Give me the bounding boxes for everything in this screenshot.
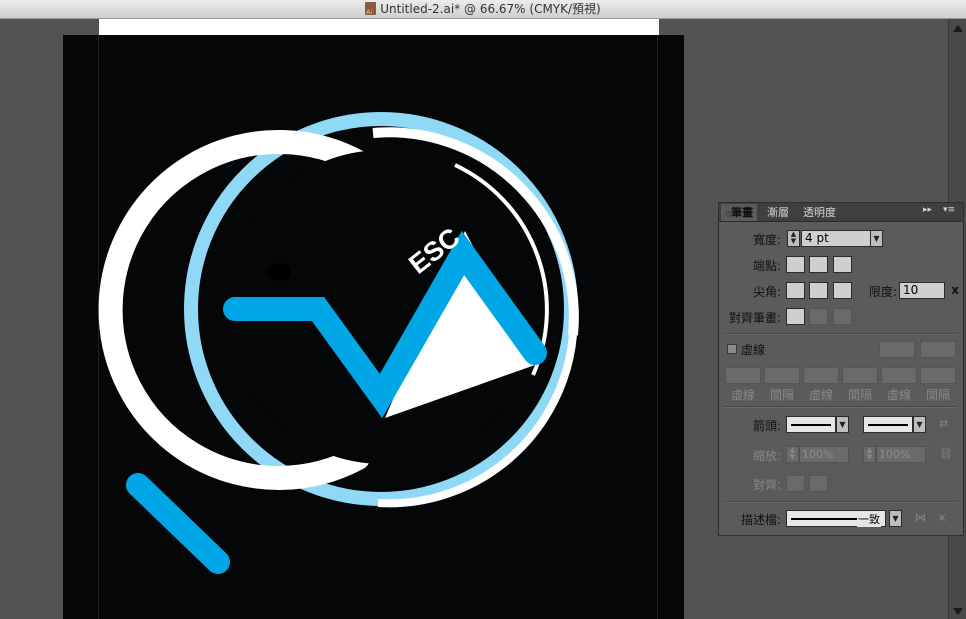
arrow-extend-beyond-button[interactable]: [786, 475, 805, 492]
projecting-cap-button[interactable]: [833, 256, 852, 273]
weight-field[interactable]: 4 pt: [801, 230, 871, 247]
separator: [725, 406, 957, 408]
gap-3-label: 間隔: [925, 388, 950, 402]
scale-start-stepper[interactable]: ▲ ▼: [786, 446, 799, 463]
tab-transparency[interactable]: 透明度: [799, 204, 840, 221]
window-title-bar: Untitled-2.ai* @ 66.67% (CMYK/預視): [0, 0, 966, 22]
arrow-place-at-end-button[interactable]: [809, 475, 828, 492]
gap-2-field[interactable]: [842, 367, 878, 384]
align-inside-button[interactable]: [809, 308, 828, 325]
limit-field[interactable]: 10: [899, 282, 945, 299]
link-scale-icon[interactable]: ⛓: [939, 447, 953, 460]
scale-end-stepper[interactable]: ▲ ▼: [863, 446, 876, 463]
magnifier-handle: [126, 473, 230, 574]
start-arrowhead-dropdown-icon[interactable]: ▼: [836, 416, 849, 433]
scroll-up-arrow-icon[interactable]: [953, 25, 963, 32]
gap-3-field[interactable]: [920, 367, 956, 384]
gap-1-label: 間隔: [769, 388, 794, 402]
dash-1-field[interactable]: [725, 367, 761, 384]
align-stroke-label: 對齊筆畫:: [728, 311, 781, 325]
artboard-top-strip: [99, 19, 659, 35]
dash-3-label: 虛線: [886, 388, 911, 402]
end-arrowhead-select[interactable]: [863, 416, 913, 433]
bevel-join-button[interactable]: [833, 282, 852, 299]
panel-menu-icon[interactable]: ▾≡: [943, 205, 955, 215]
flip-across-icon[interactable]: ⩙: [939, 511, 945, 525]
corner-label: 尖角:: [752, 285, 781, 299]
dashed-line-label: 虛線: [741, 343, 766, 357]
separator: [725, 501, 957, 503]
swap-arrowheads-icon[interactable]: ⇄: [939, 417, 948, 430]
illustrator-document-icon: [365, 2, 377, 22]
butt-cap-button[interactable]: [786, 256, 805, 273]
profile-dropdown-icon[interactable]: ▼: [889, 510, 902, 527]
miter-join-button[interactable]: [786, 282, 805, 299]
weight-label: 寬度:: [752, 233, 781, 247]
scale-end-field[interactable]: 100%: [876, 446, 926, 463]
dashed-line-checkbox[interactable]: [727, 344, 737, 354]
profile-value: 一致: [857, 511, 881, 527]
gap-1-field[interactable]: [764, 367, 800, 384]
cap-label: 端點:: [752, 259, 781, 273]
tab-gradient[interactable]: 漸層: [763, 204, 793, 221]
arrow-align-label: 對齊:: [752, 478, 781, 492]
dash-2-label: 虛線: [808, 388, 833, 402]
window-title: Untitled-2.ai* @ 66.67% (CMYK/預視): [380, 2, 601, 16]
scroll-down-arrow-icon[interactable]: [953, 608, 963, 615]
dash-preserve-button[interactable]: [879, 341, 915, 358]
panel-collapse-icon[interactable]: ▸▸: [923, 205, 932, 215]
round-join-button[interactable]: [809, 282, 828, 299]
dash-align-corners-button[interactable]: [920, 341, 956, 358]
scale-start-field[interactable]: 100%: [799, 446, 849, 463]
limit-unit: x: [951, 283, 959, 297]
align-outside-button[interactable]: [833, 308, 852, 325]
limit-label: 限度:: [868, 285, 897, 299]
separator: [725, 333, 957, 335]
round-cap-button[interactable]: [809, 256, 828, 273]
panel-tab-bar: ◇筆畫 漸層 透明度 ▸▸ ▾≡: [719, 203, 963, 222]
weight-stepper[interactable]: ▲ ▼: [787, 230, 800, 247]
stroke-panel: ◇筆畫 漸層 透明度 ▸▸ ▾≡ 寬度: ▲ ▼ 4 pt ▼ 端點: 尖角: 限…: [718, 202, 964, 536]
gap-2-label: 間隔: [847, 388, 872, 402]
align-center-button[interactable]: [786, 308, 805, 325]
black-dot: [267, 263, 291, 281]
logo-artwork[interactable]: ESC: [63, 35, 684, 619]
arrowheads-label: 箭頭:: [752, 419, 781, 433]
dash-2-field[interactable]: [803, 367, 839, 384]
start-arrowhead-select[interactable]: [786, 416, 836, 433]
dash-1-label: 虛線: [730, 388, 755, 402]
tab-stroke[interactable]: ◇筆畫: [721, 204, 758, 221]
dash-3-field[interactable]: [881, 367, 917, 384]
weight-dropdown-icon[interactable]: ▼: [870, 230, 883, 247]
end-arrowhead-dropdown-icon[interactable]: ▼: [913, 416, 926, 433]
scale-label: 縮放:: [752, 449, 781, 463]
flip-along-icon[interactable]: ⋈: [915, 511, 926, 524]
profile-label: 描述檔:: [740, 513, 781, 527]
